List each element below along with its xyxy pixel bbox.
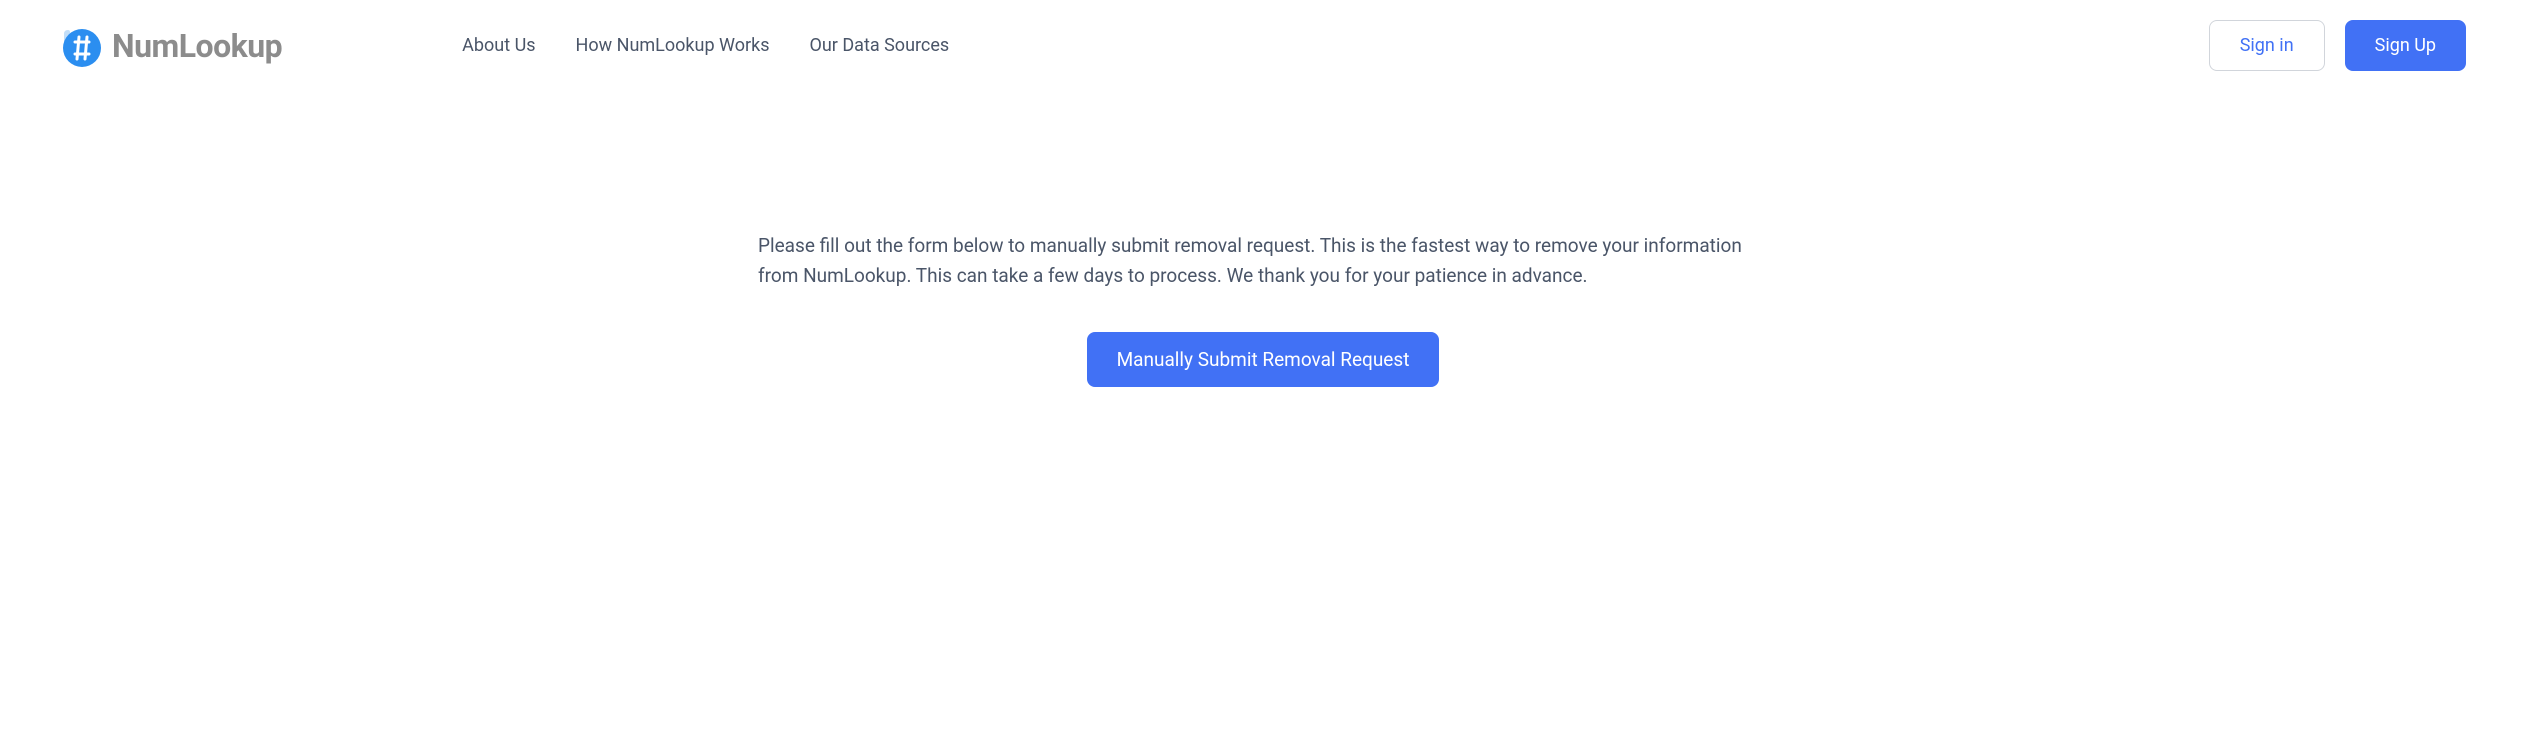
main-nav: About Us How NumLookup Works Our Data So… <box>462 35 949 56</box>
hash-icon <box>60 24 104 68</box>
header: NumLookup About Us How NumLookup Works O… <box>0 0 2526 91</box>
nav-data-sources[interactable]: Our Data Sources <box>810 35 950 56</box>
cta-wrapper: Manually Submit Removal Request <box>758 332 1768 387</box>
nav-how-works[interactable]: How NumLookup Works <box>576 35 770 56</box>
main-content: Please fill out the form below to manual… <box>738 231 1788 387</box>
auth-buttons: Sign in Sign Up <box>2209 20 2466 71</box>
signin-button[interactable]: Sign in <box>2209 20 2325 71</box>
signup-button[interactable]: Sign Up <box>2345 20 2466 71</box>
submit-removal-button[interactable]: Manually Submit Removal Request <box>1087 332 1440 387</box>
logo[interactable]: NumLookup <box>60 24 282 68</box>
logo-text: NumLookup <box>112 27 282 65</box>
description-text: Please fill out the form below to manual… <box>758 231 1768 292</box>
nav-about[interactable]: About Us <box>462 35 535 56</box>
